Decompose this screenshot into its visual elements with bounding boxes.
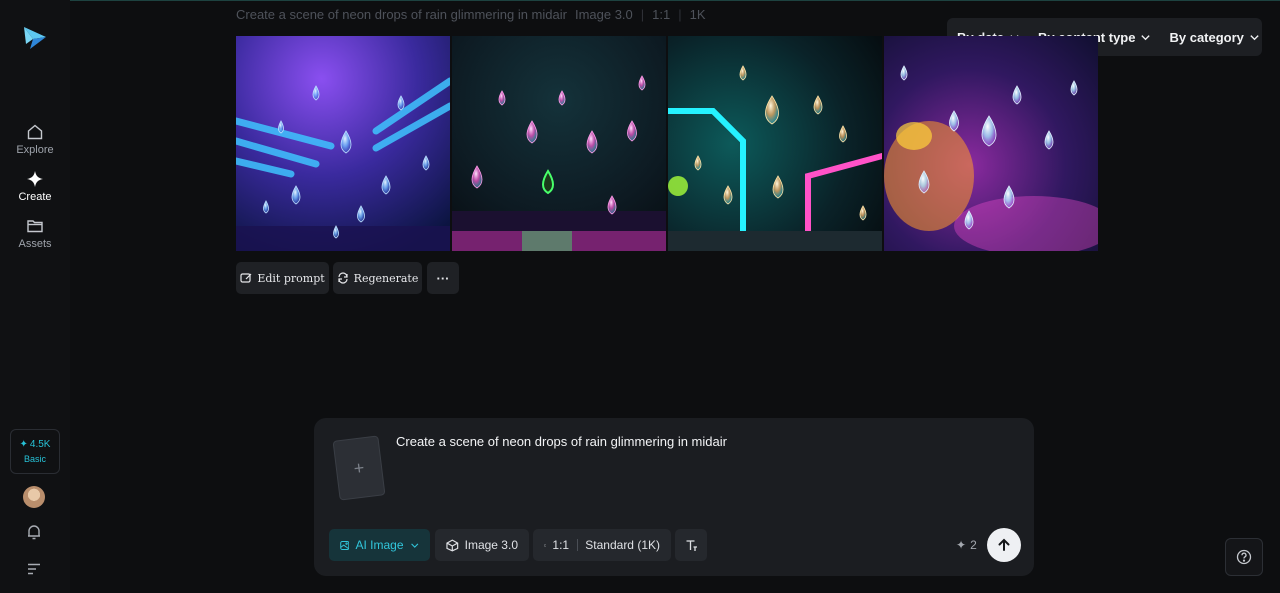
ratio-quality-selector[interactable]: 1:1 Standard (1K): [533, 529, 671, 561]
chevron-down-icon: [1250, 34, 1259, 40]
model-selector[interactable]: Image 3.0: [435, 529, 529, 561]
credits-amount: ✦ 4.5K: [19, 439, 51, 450]
generation-prompt: Create a scene of neon drops of rain gli…: [236, 7, 567, 22]
add-reference-image[interactable]: +: [332, 435, 386, 501]
nav-label: Create: [18, 191, 52, 203]
more-icon: ···: [436, 270, 450, 286]
more-options-button[interactable]: ···: [427, 262, 459, 294]
prompt-input[interactable]: Create a scene of neon drops of rain gli…: [396, 434, 996, 449]
generated-image-2[interactable]: [452, 36, 666, 251]
avatar[interactable]: [23, 486, 45, 508]
filter-by-category[interactable]: By category: [1169, 30, 1259, 45]
sparkle-icon: [27, 171, 43, 187]
generation-resolution: 1K: [689, 7, 706, 22]
help-button[interactable]: [1225, 538, 1263, 576]
divider: |: [640, 7, 645, 22]
text-icon: [686, 539, 697, 551]
refresh-icon: [338, 272, 348, 284]
nav-explore[interactable]: Explore: [0, 123, 70, 156]
app-logo[interactable]: [22, 24, 48, 50]
edit-icon: [240, 273, 252, 283]
regenerate-button[interactable]: Regenerate: [333, 262, 422, 294]
folder-icon: [27, 220, 43, 233]
credits-badge[interactable]: ✦ 4.5K Basic: [10, 429, 60, 474]
divider: |: [678, 7, 682, 22]
image-icon: [340, 540, 350, 550]
nav-create[interactable]: Create: [0, 170, 70, 203]
nav-assets[interactable]: Assets: [0, 217, 70, 250]
chevron-down-icon: [410, 543, 418, 548]
arrow-up-icon: [998, 538, 1010, 551]
nav-label: Explore: [16, 144, 54, 156]
chevron-down-icon: [1141, 34, 1151, 40]
cube-icon: [446, 538, 459, 551]
square-icon: [544, 543, 547, 547]
generated-image-1[interactable]: [236, 36, 450, 251]
plus-icon: +: [352, 456, 366, 479]
generation-info: Create a scene of neon drops of rain gli…: [236, 7, 706, 22]
generated-image-3[interactable]: [668, 36, 882, 251]
text-style-button[interactable]: [675, 529, 707, 561]
generation-ratio: 1:1: [652, 7, 671, 22]
generated-image-4[interactable]: [884, 36, 1098, 251]
help-icon: [1236, 549, 1252, 565]
mode-selector[interactable]: AI Image: [329, 529, 430, 561]
generation-model: Image 3.0: [574, 7, 633, 22]
home-icon: [27, 124, 43, 140]
credit-cost: ✦ 2: [956, 538, 977, 552]
edit-prompt-button[interactable]: Edit prompt: [236, 262, 329, 294]
sparkle-icon: ✦: [956, 538, 967, 552]
prompt-composer: + Create a scene of neon drops of rain g…: [314, 418, 1034, 576]
bell-icon[interactable]: [25, 523, 43, 541]
plan-label: Basic: [23, 454, 46, 464]
menu-icon[interactable]: [25, 560, 43, 578]
sidebar: Explore Create Assets ✦ 4.5K Basic: [0, 0, 70, 593]
sparkle-icon: ✦: [19, 439, 28, 450]
submit-button[interactable]: [987, 528, 1021, 562]
nav-label: Assets: [18, 238, 52, 250]
top-accent-line: [70, 0, 1280, 1]
